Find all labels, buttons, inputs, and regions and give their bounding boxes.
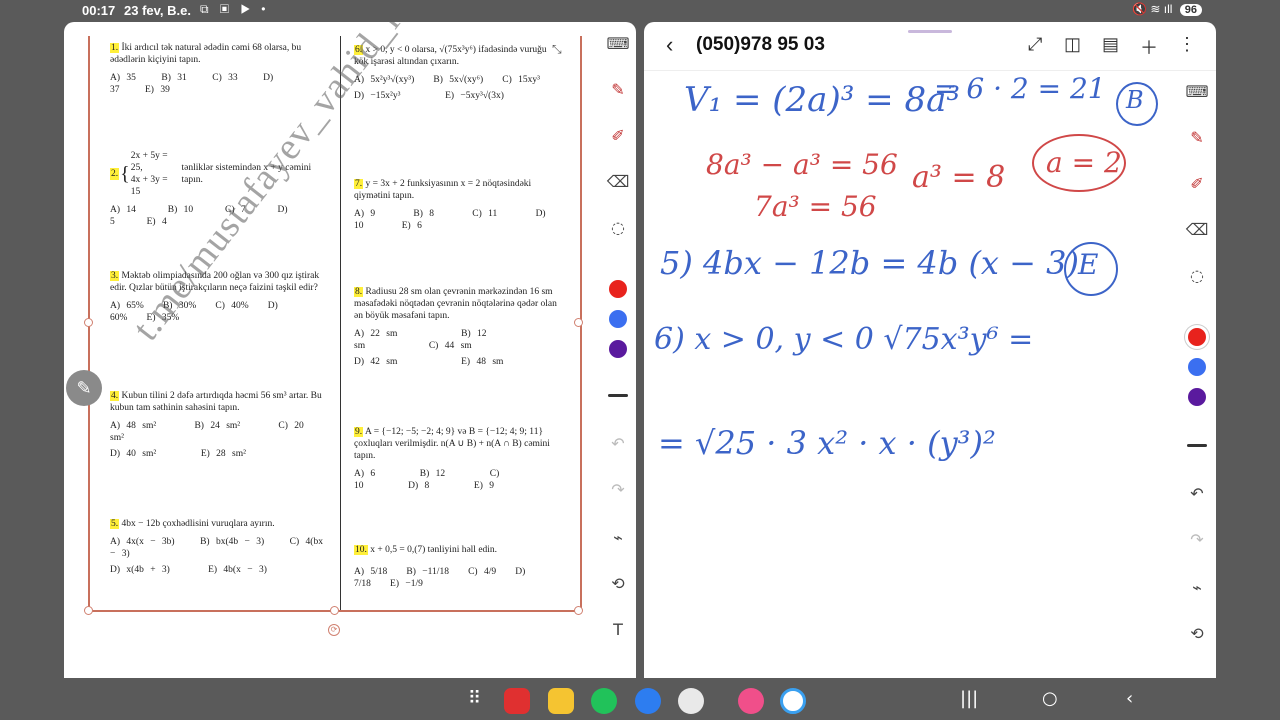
note-line-3: 8a³ − a³ = 56	[706, 148, 898, 181]
note-line-5: a³ = 8	[912, 160, 1006, 195]
app-icon-phone[interactable]	[591, 688, 617, 714]
note-line-7: 5) 4bx − 12b = 4b (x − 3)	[660, 244, 1079, 282]
app-icon-files[interactable]	[548, 688, 574, 714]
stroke-width[interactable]	[608, 394, 628, 397]
note-line-1: V₁ = (2a)³ = 8a³	[684, 80, 960, 120]
eraser-icon-right[interactable]: ⌫	[1185, 218, 1209, 242]
notes-header: ‹ (050)978 95 03 ⤢ ◫ ▤ ＋ ⋮	[644, 22, 1216, 71]
right-toolbar: ⌨ ✎ ✐ ⌫ ◌ ↶ ↷ ⌁ ⟲	[1177, 22, 1217, 678]
question-10: 10. x + 0,5 = 0,(7) tənliyini həll edin.…	[354, 545, 526, 589]
color-purple-right[interactable]	[1188, 388, 1206, 406]
left-toolbar: ⌨ ✎ ✐ ⌫ ◌ ↶ ↷ ⌁ ⟲ T	[598, 22, 638, 678]
app-icon-messages[interactable]	[635, 688, 661, 714]
system-icons: 🔇 ≋ ıll 96	[1132, 2, 1202, 16]
edit-doc-icon[interactable]: ▤	[1102, 34, 1119, 55]
note-title: (050)978 95 03	[696, 34, 825, 55]
highlighter-icon[interactable]: ✐	[606, 124, 630, 148]
back-icon[interactable]: ‹	[666, 32, 673, 58]
lasso-icon-right[interactable]: ◌	[1185, 264, 1209, 288]
notes-panel[interactable]: ‹ (050)978 95 03 ⤢ ◫ ▤ ＋ ⋮ V₁ = (2a)³ = …	[644, 22, 1216, 678]
stroke-width-right[interactable]	[1187, 444, 1207, 447]
fullscreen-icon[interactable]: ⤢	[1028, 34, 1042, 55]
highlighter-icon-right[interactable]: ✐	[1185, 172, 1209, 196]
rotate-handle-icon[interactable]: ⟳	[328, 624, 340, 636]
column-divider	[340, 36, 341, 610]
color-red[interactable]	[609, 280, 627, 298]
shape-pen-icon-right[interactable]: ⌁	[1185, 576, 1209, 600]
home-icon[interactable]: ○	[1042, 688, 1058, 709]
resize-handle-bottom[interactable]	[330, 606, 339, 615]
document-panel[interactable]: 1. İki ardıcıl tək natural ədədin cəmi 6…	[64, 22, 636, 678]
color-red-right[interactable]	[1188, 328, 1206, 346]
apps-grid-icon[interactable]: ⠿	[468, 688, 481, 709]
ink-to-shape-icon[interactable]: ⟲	[606, 572, 630, 596]
note-line-4: 7a³ = 56	[754, 190, 877, 223]
question-8: 8. Radiusu 28 sm olan çevrənin mərkəzind…	[354, 287, 557, 367]
shape-pen-icon[interactable]: ⌁	[606, 526, 630, 550]
back-nav-icon[interactable]: ‹	[1126, 688, 1133, 709]
lasso-icon[interactable]: ◌	[606, 216, 630, 240]
ink-to-shape-icon-right[interactable]: ⟲	[1185, 622, 1209, 646]
question-1: 1. İki ardıcıl tək natural ədədin cəmi 6…	[110, 43, 302, 95]
color-purple[interactable]	[609, 340, 627, 358]
pen-fab-icon[interactable]: ✎	[66, 370, 102, 406]
status-date: 23 fev, B.e.	[124, 3, 191, 18]
redo-icon[interactable]: ↷	[606, 478, 630, 502]
app-icon-notes-red[interactable]	[504, 688, 530, 714]
notification-icons: ⧉ ▣ ▶ •	[200, 2, 270, 16]
resize-handle-left[interactable]	[84, 318, 93, 327]
question-5: 5. 4bx − 12b çoxhədlisini vuruqlara ayır…	[110, 519, 323, 575]
question-4: 4. Kubun tilini 2 dəfə artırdıqda həcmi …	[110, 391, 322, 459]
app-icon-photos[interactable]	[780, 688, 806, 714]
keyboard-icon[interactable]: ⌨	[606, 32, 630, 56]
status-time: 00:17	[82, 3, 116, 18]
color-blue-right[interactable]	[1188, 358, 1206, 376]
note-line-6: a = 2	[1046, 146, 1122, 179]
add-icon[interactable]: ＋	[1140, 34, 1158, 60]
undo-icon-right[interactable]: ↶	[1185, 482, 1209, 506]
note-line-10: = √25 · 3 x² · x · (y³)²	[658, 424, 996, 462]
pen-icon-right[interactable]: ✎	[1185, 126, 1209, 150]
status-bar: 00:17 23 fev, B.e. ⧉ ▣ ▶ • 🔇 ≋ ıll 96	[0, 0, 1280, 22]
undo-icon[interactable]: ↶	[606, 432, 630, 456]
pen-icon[interactable]: ✎	[606, 78, 630, 102]
note-line-9: 6) x > 0, y < 0 √75x³y⁶ =	[654, 322, 1034, 357]
question-9: 9. A = {−12; −5; −2; 4; 9} və B = {−12; …	[354, 427, 550, 491]
resize-handle-right[interactable]	[574, 318, 583, 327]
battery-icon: 96	[1179, 4, 1202, 16]
ink-to-text-icon[interactable]: T	[606, 618, 630, 642]
eraser-icon[interactable]: ⌫	[606, 170, 630, 194]
redo-icon-right[interactable]: ↷	[1185, 528, 1209, 552]
book-icon[interactable]: ◫	[1064, 34, 1081, 55]
resize-handle-bottom-left[interactable]	[84, 606, 93, 615]
note-line-2: = 6 · 2 = 21	[934, 72, 1106, 105]
answer-b: B	[1126, 86, 1144, 114]
resize-handle-bottom-right[interactable]	[574, 606, 583, 615]
answer-e: E	[1078, 248, 1099, 281]
recents-icon[interactable]: |||	[960, 688, 978, 709]
keyboard-icon-right[interactable]: ⌨	[1185, 80, 1209, 104]
drag-handle[interactable]	[908, 30, 952, 33]
app-icon-gallery[interactable]	[738, 688, 764, 714]
expand-icon[interactable]: ⤡	[552, 42, 562, 57]
app-icon-camera[interactable]	[678, 688, 704, 714]
question-7: 7. y = 3x + 2 funksiyasının x = 2 nöqtəs…	[354, 179, 546, 231]
color-blue[interactable]	[609, 310, 627, 328]
